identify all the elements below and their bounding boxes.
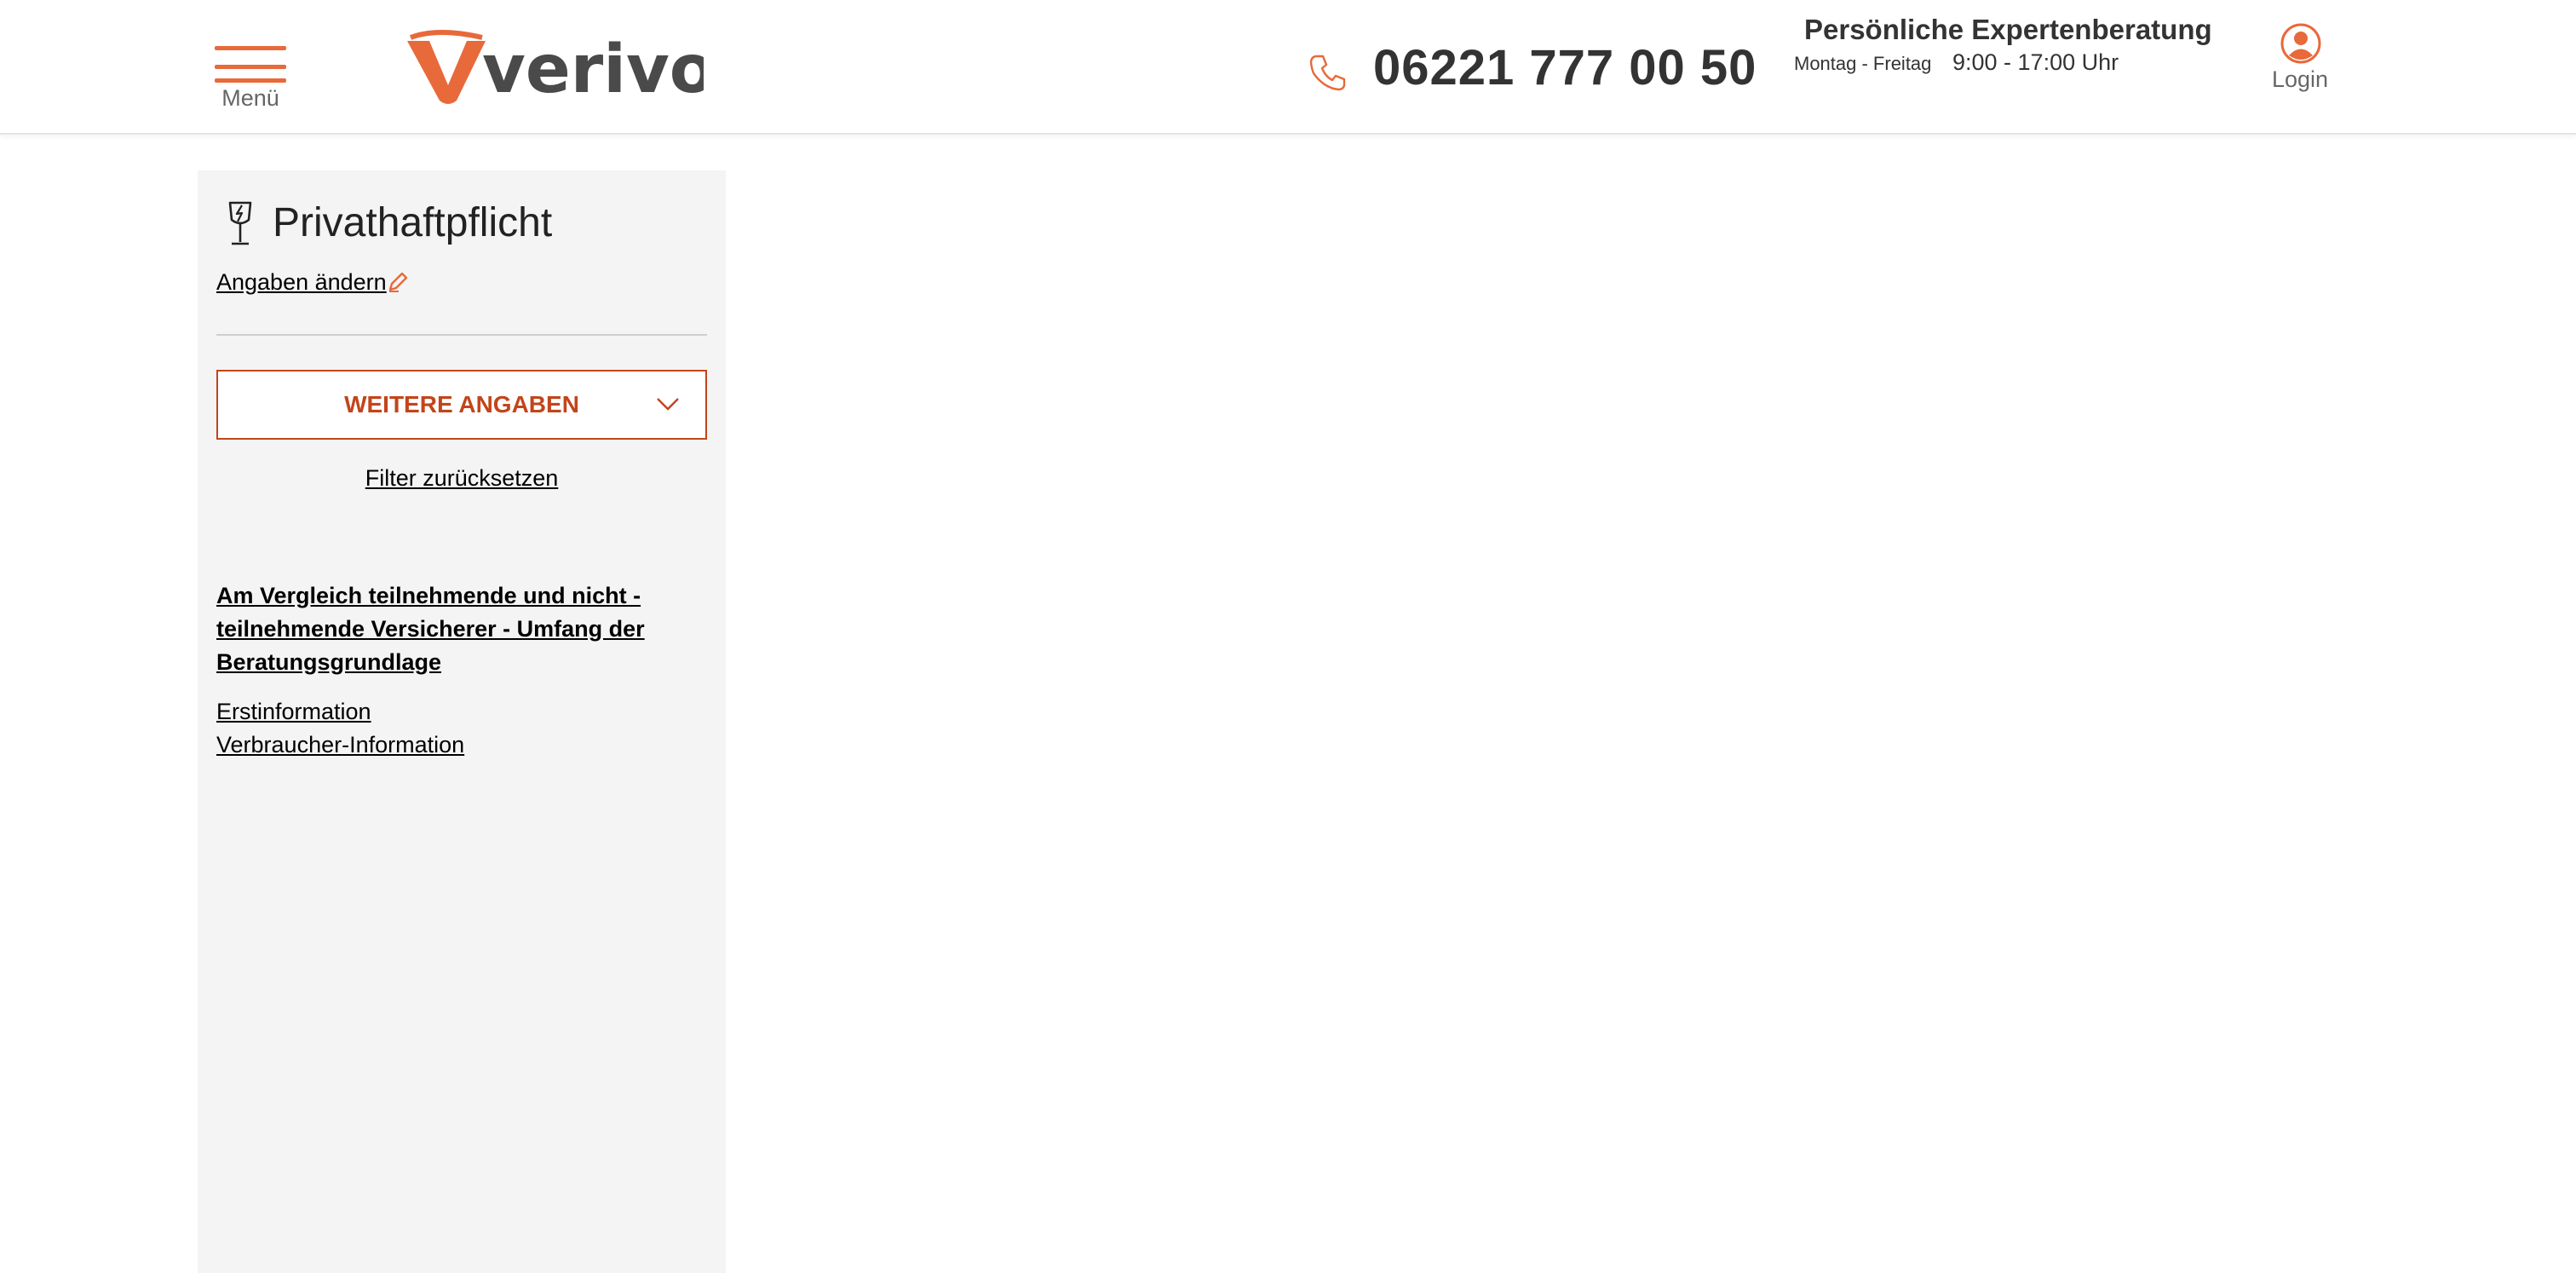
broken-glass-icon xyxy=(228,201,252,245)
product-title: Privathaftpflicht xyxy=(273,200,553,245)
phone-icon xyxy=(1309,55,1346,91)
insurers-info-link[interactable]: Am Vergleich teilnehmende und nicht - te… xyxy=(216,579,676,679)
divider xyxy=(216,334,707,336)
hamburger-icon-line xyxy=(215,65,286,69)
phone-number[interactable]: 06221 777 00 50 xyxy=(1373,39,1757,96)
logo-text: verivox xyxy=(482,32,704,106)
hamburger-icon xyxy=(215,46,286,50)
more-details-label: WEITERE ANGABEN xyxy=(344,391,579,418)
site-header: Menü verivox 06221 777 00 50 Persönliche… xyxy=(0,0,2576,135)
menu-label: Menü xyxy=(221,85,279,111)
consult-title: Persönliche Expertenberatung xyxy=(1804,14,2212,45)
verivox-logo[interactable]: verivox xyxy=(404,29,704,106)
more-details-button[interactable]: WEITERE ANGABEN xyxy=(216,370,707,440)
login-button[interactable]: Login xyxy=(2266,22,2334,99)
edit-details-link[interactable]: Angaben ändern xyxy=(216,269,387,296)
consult-hours: 9:00 - 17:00 Uhr xyxy=(1952,49,2119,75)
consumer-information-link[interactable]: Verbraucher-Information xyxy=(216,732,464,758)
chevron-down-icon xyxy=(657,398,679,411)
first-information-link[interactable]: Erstinformation xyxy=(216,699,371,725)
consult-days: Montag - Freitag xyxy=(1794,53,1932,74)
menu-button[interactable]: Menü xyxy=(213,43,288,116)
pencil-icon[interactable] xyxy=(387,271,409,293)
filter-sidebar: Privathaftpflicht Angaben ändern WEITERE… xyxy=(198,170,726,1273)
hamburger-icon-line xyxy=(215,78,286,83)
login-label: Login xyxy=(2271,66,2329,92)
user-circle-icon xyxy=(2280,23,2321,64)
reset-filter-link[interactable]: Filter zurücksetzen xyxy=(198,465,726,492)
